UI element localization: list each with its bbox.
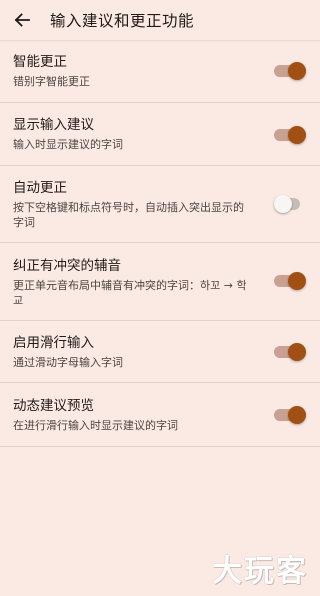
setting-auto-correction[interactable]: 自动更正 按下空格键和标点符号时，自动插入突出显示的字词 [0, 166, 320, 243]
setting-dynamic-preview[interactable]: 动态建议预览 在进行滑行输入时显示建议的字词 [0, 383, 320, 447]
settings-list: 智能更正 错别字智能更正 显示输入建议 输入时显示建议的字词 自动更正 按下空格… [0, 41, 320, 447]
dynamic-preview-toggle[interactable] [274, 405, 306, 425]
setting-show-suggestions[interactable]: 显示输入建议 输入时显示建议的字词 [0, 103, 320, 166]
setting-subtitle: 错别字智能更正 [13, 75, 90, 88]
setting-title: 显示输入建议 [13, 117, 94, 133]
watermark-logo: 大玩客 [212, 554, 308, 589]
smart-correction-toggle[interactable] [274, 61, 306, 81]
setting-subtitle: 输入时显示建议的字词 [13, 138, 123, 151]
toggle-thumb [274, 195, 292, 213]
setting-title: 启用滑行输入 [13, 335, 94, 351]
setting-gesture-typing[interactable]: 启用滑行输入 通过滑动字母输入字词 [0, 321, 320, 383]
setting-conflicting-consonants[interactable]: 纠正有冲突的辅音 更正单元音布局中辅音有冲突的字词：하꼬 → 학교 [0, 243, 320, 321]
setting-title: 动态建议预览 [13, 398, 94, 414]
toggle-thumb [288, 272, 306, 290]
setting-subtitle: 通过滑动字母输入字词 [13, 356, 123, 369]
toggle-thumb [288, 62, 306, 80]
setting-title: 自动更正 [13, 180, 67, 196]
arrow-back-icon [14, 13, 30, 27]
app-bar: 输入建议和更正功能 [0, 0, 320, 41]
setting-title: 纠正有冲突的辅音 [13, 258, 121, 274]
setting-smart-correction[interactable]: 智能更正 错别字智能更正 [0, 41, 320, 103]
setting-subtitle: 按下空格键和标点符号时，自动插入突出显示的字词 [13, 201, 244, 229]
toggle-thumb [288, 406, 306, 424]
toggle-thumb [288, 343, 306, 361]
conflicting-consonants-toggle[interactable] [274, 271, 306, 291]
show-suggestions-toggle[interactable] [274, 125, 306, 145]
back-button[interactable] [2, 0, 42, 40]
toggle-thumb [288, 126, 306, 144]
setting-subtitle: 在进行滑行输入时显示建议的字词 [13, 419, 178, 432]
page-title: 输入建议和更正功能 [50, 12, 195, 30]
setting-subtitle: 更正单元音布局中辅音有冲突的字词：하꼬 → 학교 [13, 279, 247, 307]
setting-title: 智能更正 [13, 54, 67, 70]
auto-correction-toggle[interactable] [274, 194, 304, 214]
gesture-typing-toggle[interactable] [274, 342, 306, 362]
